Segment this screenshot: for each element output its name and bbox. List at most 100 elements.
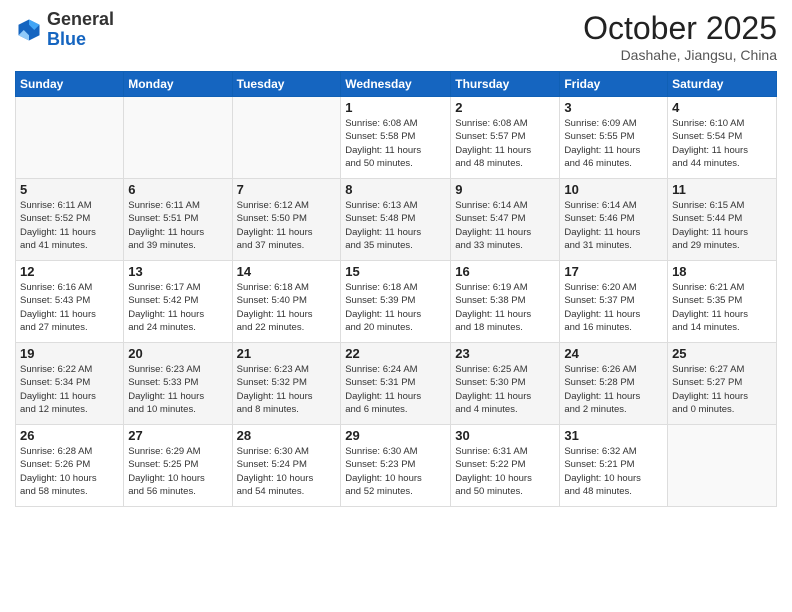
day-number: 6 xyxy=(128,182,227,197)
day-info: Sunrise: 6:11 AM Sunset: 5:51 PM Dayligh… xyxy=(128,199,227,252)
calendar-week-row: 19 Sunrise: 6:22 AM Sunset: 5:34 PM Dayli… xyxy=(16,343,777,425)
day-info: Sunrise: 6:11 AM Sunset: 5:52 PM Dayligh… xyxy=(20,199,119,252)
day-number: 17 xyxy=(564,264,663,279)
calendar-table: Sunday Monday Tuesday Wednesday Thursday… xyxy=(15,71,777,507)
col-monday: Monday xyxy=(124,72,232,97)
calendar-header-row: Sunday Monday Tuesday Wednesday Thursday… xyxy=(16,72,777,97)
table-row: 20Sunrise: 6:23 AM Sunset: 5:33 PM Dayli… xyxy=(124,343,232,425)
day-number: 23 xyxy=(455,346,555,361)
day-number: 24 xyxy=(564,346,663,361)
day-number: 13 xyxy=(128,264,227,279)
table-row: 8 Sunrise: 6:13 AM Sunset: 5:48 PM Daylig… xyxy=(341,179,451,261)
table-row: 15 Sunrise: 6:18 AM Sunset: 5:39 PM Dayli… xyxy=(341,261,451,343)
day-info: Sunrise: 6:29 AM Sunset: 5:25 PM Dayligh… xyxy=(128,445,227,498)
day-info: Sunrise: 6:17 AM Sunset: 5:42 PM Dayligh… xyxy=(128,281,227,334)
day-info: Sunrise: 6:18 AM Sunset: 5:40 PM Dayligh… xyxy=(237,281,337,334)
table-row xyxy=(16,97,124,179)
table-row: 26Sunrise: 6:28 AM Sunset: 5:26 PM Dayli… xyxy=(16,425,124,507)
title-block: October 2025 Dashahe, Jiangsu, China xyxy=(583,10,777,63)
table-row: 16 Sunrise: 6:19 AM Sunset: 5:38 PM Dayli… xyxy=(451,261,560,343)
col-tuesday: Tuesday xyxy=(232,72,341,97)
day-info: Sunrise: 6:30 AM Sunset: 5:23 PM Dayligh… xyxy=(345,445,446,498)
day-number: 18 xyxy=(672,264,772,279)
table-row xyxy=(232,97,341,179)
table-row: 1 Sunrise: 6:08 AM Sunset: 5:58 PM Daylig… xyxy=(341,97,451,179)
day-number: 30 xyxy=(455,428,555,443)
logo-blue: Blue xyxy=(47,29,86,49)
table-row: 21 Sunrise: 6:23 AM Sunset: 5:32 PM Dayli… xyxy=(232,343,341,425)
day-info: Sunrise: 6:19 AM Sunset: 5:38 PM Dayligh… xyxy=(455,281,555,334)
day-info: Sunrise: 6:15 AM Sunset: 5:44 PM Dayligh… xyxy=(672,199,772,252)
day-info: Sunrise: 6:16 AM Sunset: 5:43 PM Dayligh… xyxy=(20,281,119,334)
table-row: 22 Sunrise: 6:24 AM Sunset: 5:31 PM Dayli… xyxy=(341,343,451,425)
table-row xyxy=(124,97,232,179)
calendar-week-row: 1 Sunrise: 6:08 AM Sunset: 5:58 PM Daylig… xyxy=(16,97,777,179)
table-row: 3 Sunrise: 6:09 AM Sunset: 5:55 PM Daylig… xyxy=(560,97,668,179)
table-row xyxy=(668,425,777,507)
table-row: 19 Sunrise: 6:22 AM Sunset: 5:34 PM Dayli… xyxy=(16,343,124,425)
table-row: 30Sunrise: 6:31 AM Sunset: 5:22 PM Dayli… xyxy=(451,425,560,507)
logo: General Blue xyxy=(15,10,114,50)
table-row: 12 Sunrise: 6:16 AM Sunset: 5:43 PM Dayli… xyxy=(16,261,124,343)
day-number: 19 xyxy=(20,346,119,361)
day-number: 9 xyxy=(455,182,555,197)
calendar-week-row: 12 Sunrise: 6:16 AM Sunset: 5:43 PM Dayli… xyxy=(16,261,777,343)
table-row: 29 Sunrise: 6:30 AM Sunset: 5:23 PM Dayli… xyxy=(341,425,451,507)
table-row: 10Sunrise: 6:14 AM Sunset: 5:46 PM Dayli… xyxy=(560,179,668,261)
table-row: 5 Sunrise: 6:11 AM Sunset: 5:52 PM Daylig… xyxy=(16,179,124,261)
table-row: 28Sunrise: 6:30 AM Sunset: 5:24 PM Dayli… xyxy=(232,425,341,507)
day-info: Sunrise: 6:23 AM Sunset: 5:32 PM Dayligh… xyxy=(237,363,337,416)
day-info: Sunrise: 6:10 AM Sunset: 5:54 PM Dayligh… xyxy=(672,117,772,170)
day-info: Sunrise: 6:30 AM Sunset: 5:24 PM Dayligh… xyxy=(237,445,337,498)
day-number: 15 xyxy=(345,264,446,279)
day-number: 8 xyxy=(345,182,446,197)
calendar-week-row: 26Sunrise: 6:28 AM Sunset: 5:26 PM Dayli… xyxy=(16,425,777,507)
page-container: General Blue October 2025 Dashahe, Jiang… xyxy=(0,0,792,612)
day-info: Sunrise: 6:09 AM Sunset: 5:55 PM Dayligh… xyxy=(564,117,663,170)
table-row: 6 Sunrise: 6:11 AM Sunset: 5:51 PM Daylig… xyxy=(124,179,232,261)
day-number: 29 xyxy=(345,428,446,443)
logo-text: General Blue xyxy=(47,10,114,50)
table-row: 14Sunrise: 6:18 AM Sunset: 5:40 PM Dayli… xyxy=(232,261,341,343)
table-row: 25Sunrise: 6:27 AM Sunset: 5:27 PM Dayli… xyxy=(668,343,777,425)
day-info: Sunrise: 6:27 AM Sunset: 5:27 PM Dayligh… xyxy=(672,363,772,416)
day-number: 11 xyxy=(672,182,772,197)
day-number: 7 xyxy=(237,182,337,197)
table-row: 13 Sunrise: 6:17 AM Sunset: 5:42 PM Dayli… xyxy=(124,261,232,343)
day-number: 21 xyxy=(237,346,337,361)
day-number: 31 xyxy=(564,428,663,443)
table-row: 9 Sunrise: 6:14 AM Sunset: 5:47 PM Daylig… xyxy=(451,179,560,261)
day-info: Sunrise: 6:28 AM Sunset: 5:26 PM Dayligh… xyxy=(20,445,119,498)
col-sunday: Sunday xyxy=(16,72,124,97)
col-friday: Friday xyxy=(560,72,668,97)
day-info: Sunrise: 6:22 AM Sunset: 5:34 PM Dayligh… xyxy=(20,363,119,416)
table-row: 17 Sunrise: 6:20 AM Sunset: 5:37 PM Dayli… xyxy=(560,261,668,343)
day-number: 16 xyxy=(455,264,555,279)
day-info: Sunrise: 6:25 AM Sunset: 5:30 PM Dayligh… xyxy=(455,363,555,416)
table-row: 18 Sunrise: 6:21 AM Sunset: 5:35 PM Dayli… xyxy=(668,261,777,343)
header: General Blue October 2025 Dashahe, Jiang… xyxy=(15,10,777,63)
day-number: 3 xyxy=(564,100,663,115)
day-number: 12 xyxy=(20,264,119,279)
day-info: Sunrise: 6:13 AM Sunset: 5:48 PM Dayligh… xyxy=(345,199,446,252)
table-row: 27Sunrise: 6:29 AM Sunset: 5:25 PM Dayli… xyxy=(124,425,232,507)
day-info: Sunrise: 6:08 AM Sunset: 5:58 PM Dayligh… xyxy=(345,117,446,170)
day-number: 4 xyxy=(672,100,772,115)
table-row: 7 Sunrise: 6:12 AM Sunset: 5:50 PM Daylig… xyxy=(232,179,341,261)
day-info: Sunrise: 6:24 AM Sunset: 5:31 PM Dayligh… xyxy=(345,363,446,416)
col-wednesday: Wednesday xyxy=(341,72,451,97)
day-info: Sunrise: 6:26 AM Sunset: 5:28 PM Dayligh… xyxy=(564,363,663,416)
day-number: 5 xyxy=(20,182,119,197)
day-number: 22 xyxy=(345,346,446,361)
day-info: Sunrise: 6:14 AM Sunset: 5:47 PM Dayligh… xyxy=(455,199,555,252)
table-row: 2Sunrise: 6:08 AM Sunset: 5:57 PM Daylig… xyxy=(451,97,560,179)
day-info: Sunrise: 6:18 AM Sunset: 5:39 PM Dayligh… xyxy=(345,281,446,334)
day-info: Sunrise: 6:12 AM Sunset: 5:50 PM Dayligh… xyxy=(237,199,337,252)
day-info: Sunrise: 6:21 AM Sunset: 5:35 PM Dayligh… xyxy=(672,281,772,334)
day-info: Sunrise: 6:08 AM Sunset: 5:57 PM Dayligh… xyxy=(455,117,555,170)
day-number: 1 xyxy=(345,100,446,115)
table-row: 4 Sunrise: 6:10 AM Sunset: 5:54 PM Daylig… xyxy=(668,97,777,179)
day-info: Sunrise: 6:20 AM Sunset: 5:37 PM Dayligh… xyxy=(564,281,663,334)
day-number: 20 xyxy=(128,346,227,361)
logo-general: General xyxy=(47,9,114,29)
